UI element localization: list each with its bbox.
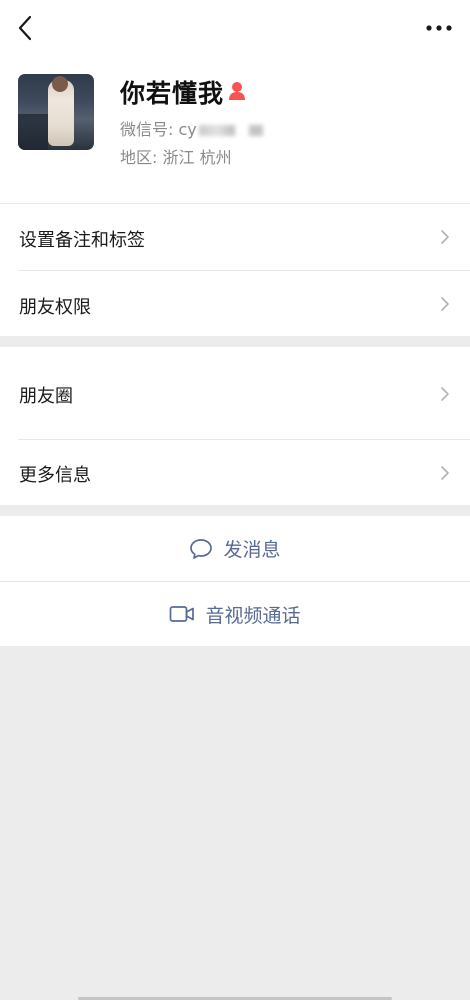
chevron-right-icon (441, 230, 449, 244)
wechat-id-label: 微信号: cy (120, 120, 197, 139)
ellipsis-icon (426, 25, 452, 31)
menu-item-friend-permissions[interactable]: 朋友权限 (0, 271, 470, 336)
info-group: 朋友圈 更多信息 (0, 347, 470, 505)
chevron-right-icon (441, 297, 449, 311)
wechat-id: 微信号: cy (120, 116, 263, 140)
menu-item-label: 朋友圈 (19, 386, 73, 407)
more-options-button[interactable] (422, 14, 456, 42)
video-camera-icon (170, 606, 195, 622)
female-icon (229, 82, 245, 100)
action-group: 发消息 音视频通话 (0, 516, 470, 646)
contact-profile-page: 你若懂我 微信号: cy 地区: 浙江 杭州 设置备注和标签 朋友权限 朋友圈 … (0, 0, 470, 1000)
chat-bubble-icon (190, 538, 213, 559)
chevron-right-icon (441, 466, 449, 480)
redacted-id (198, 125, 235, 136)
video-call-label: 音视频通话 (205, 604, 301, 627)
send-message-button[interactable]: 发消息 (0, 516, 470, 581)
chevron-left-icon (18, 15, 32, 41)
send-message-label: 发消息 (223, 539, 281, 561)
menu-item-more-info[interactable]: 更多信息 (0, 440, 470, 505)
chevron-right-icon (441, 387, 449, 401)
menu-item-remark-tags[interactable]: 设置备注和标签 (0, 204, 470, 270)
menu-item-label: 更多信息 (19, 465, 91, 486)
nickname: 你若懂我 (120, 79, 225, 108)
video-call-button[interactable]: 音视频通话 (0, 582, 470, 646)
back-button[interactable] (10, 12, 40, 44)
menu-item-label: 朋友权限 (19, 297, 91, 318)
top-bar (0, 0, 470, 56)
profile-header: 你若懂我 微信号: cy 地区: 浙江 杭州 (0, 56, 470, 203)
menu-item-moments[interactable]: 朋友圈 (0, 347, 470, 439)
settings-group: 设置备注和标签 朋友权限 (0, 203, 470, 336)
avatar[interactable] (18, 74, 94, 150)
menu-item-label: 设置备注和标签 (19, 230, 145, 251)
redacted-id-2 (248, 125, 263, 136)
region: 地区: 浙江 杭州 (120, 148, 232, 167)
